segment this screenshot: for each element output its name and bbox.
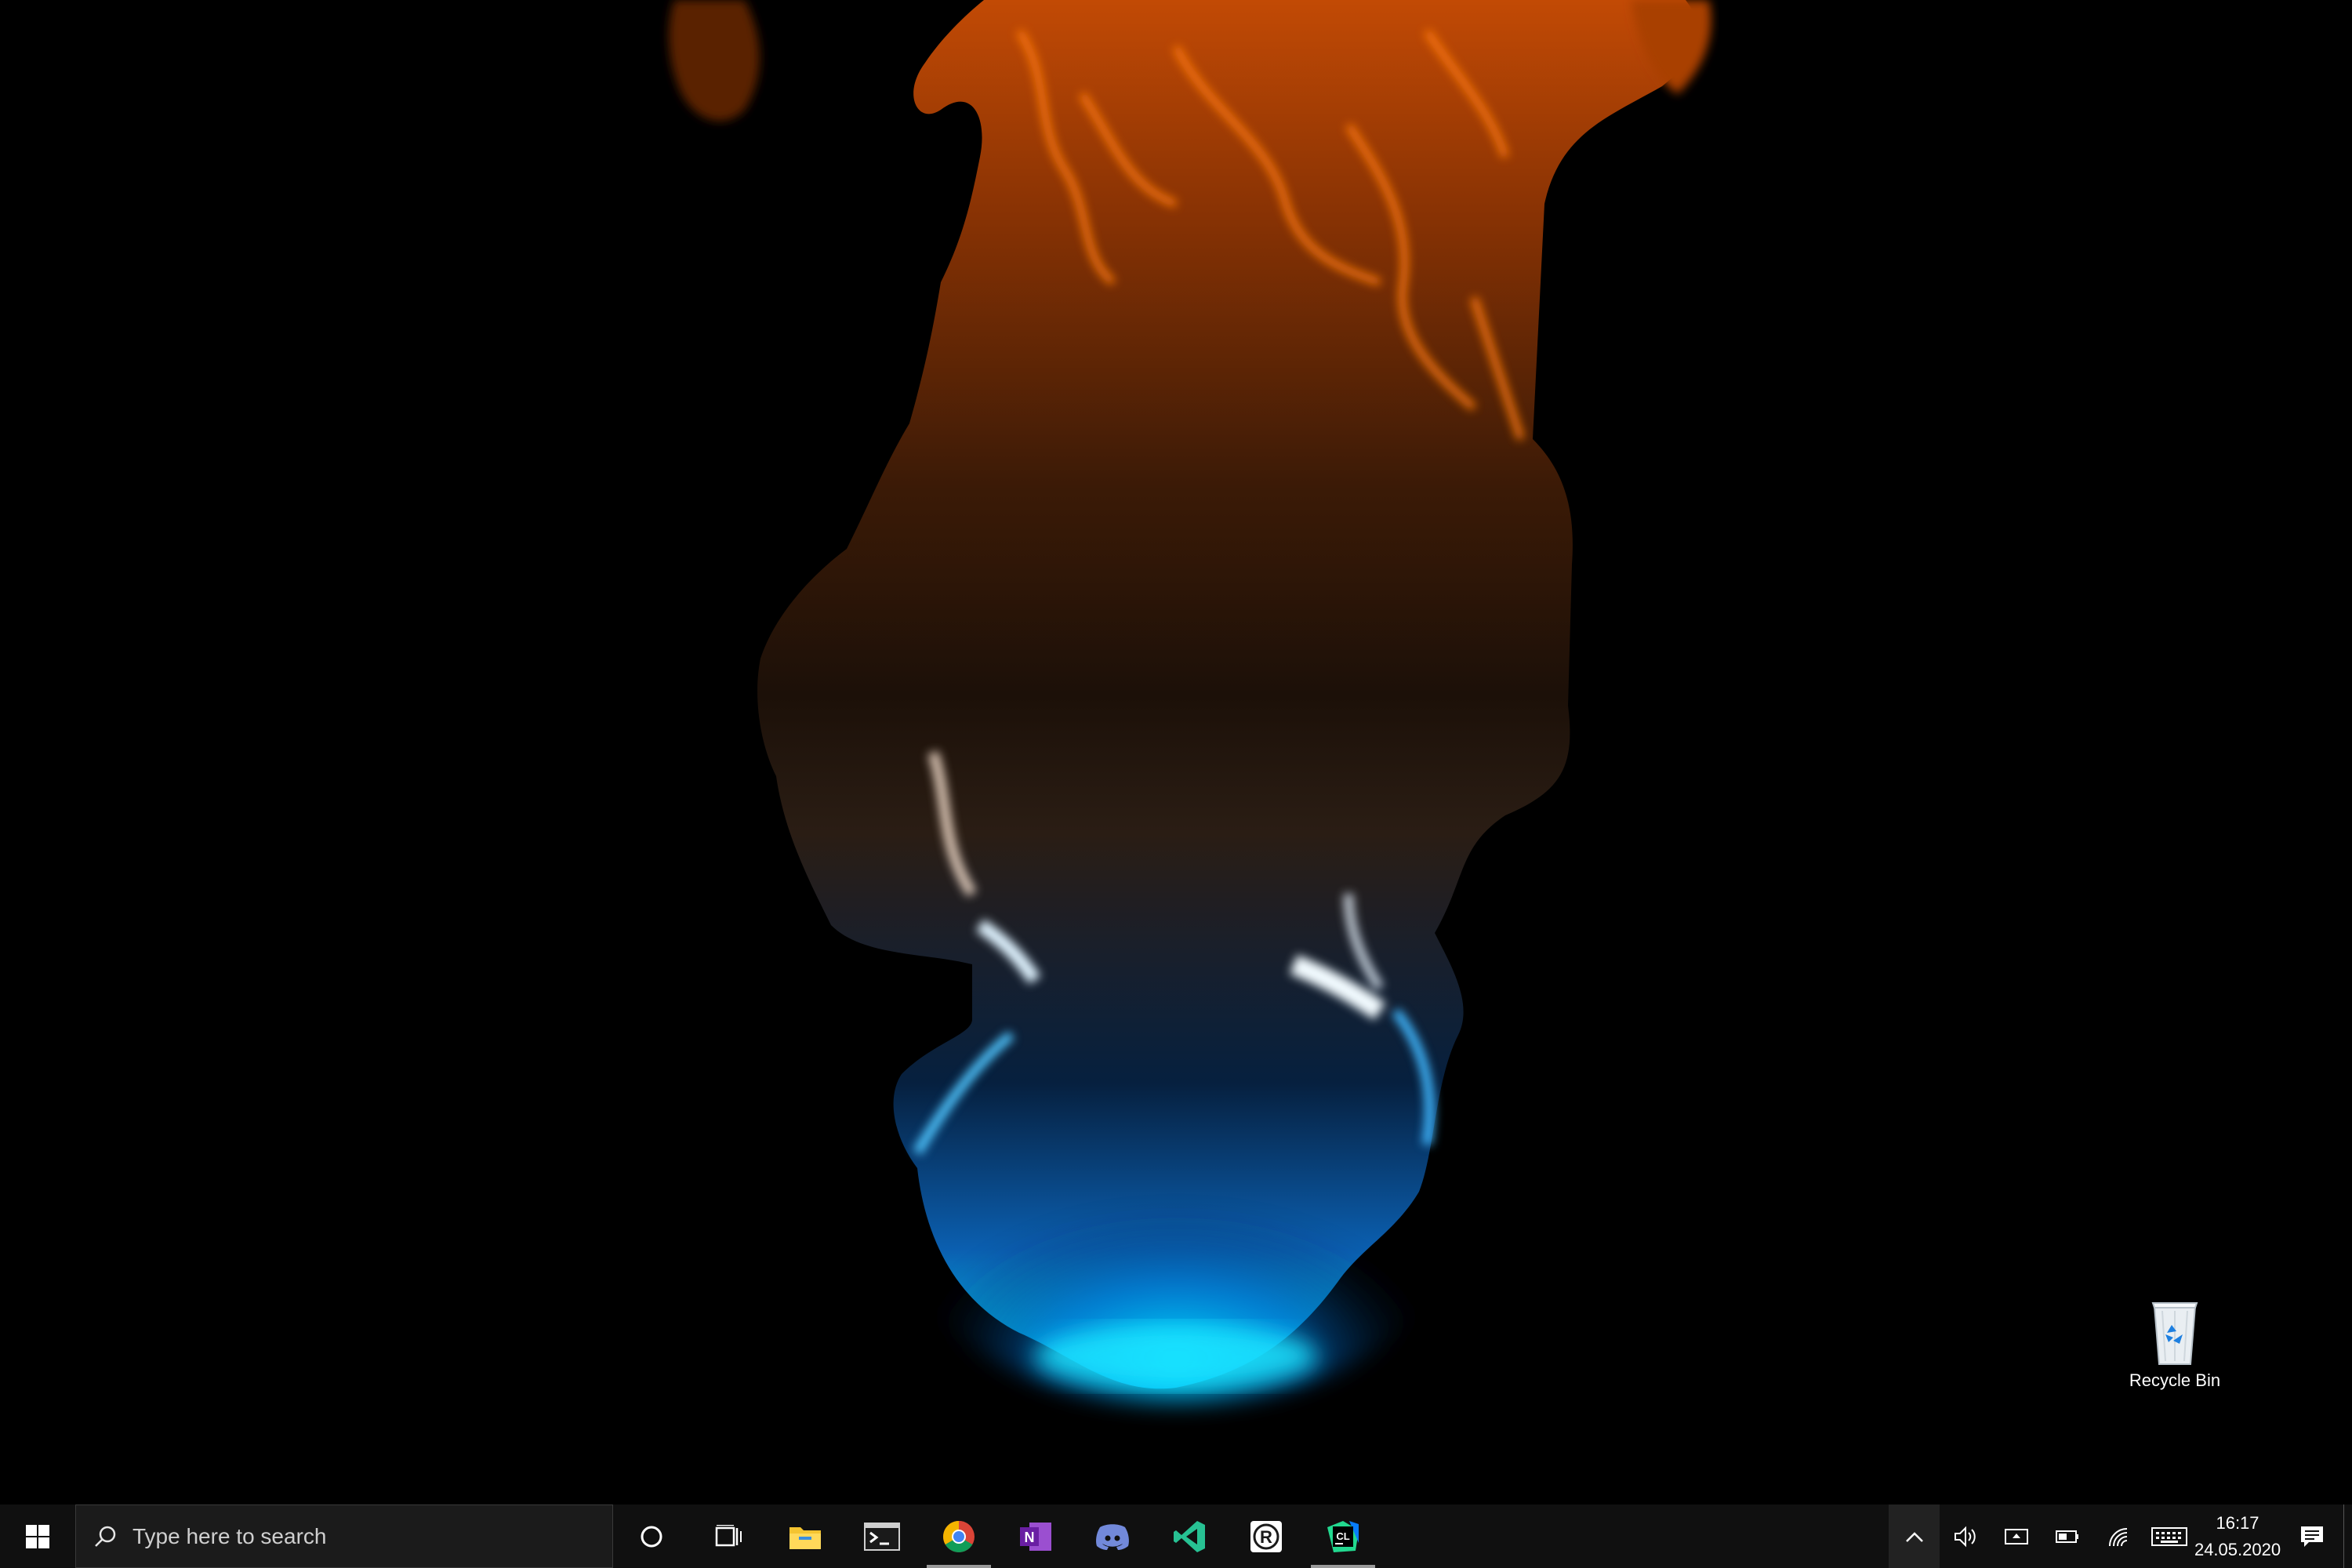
search-box[interactable]: Type here to search (75, 1504, 613, 1568)
taskbar-app-discord[interactable] (1074, 1504, 1151, 1568)
taskbar: Type here to search N R CL 16:17 24.05.2… (0, 1504, 2352, 1568)
volume-button[interactable] (1940, 1504, 1991, 1568)
rstudio-badge: R (1260, 1527, 1272, 1547)
cortana-circle-icon (641, 1526, 662, 1547)
battery-icon (2055, 1530, 2078, 1543)
clock-time: 16:17 (2216, 1512, 2259, 1533)
taskbar-app-onenote[interactable]: N (997, 1504, 1074, 1568)
discord-icon (1096, 1523, 1129, 1550)
display-icon (2004, 1528, 2028, 1544)
display-button[interactable] (1991, 1504, 2042, 1568)
keyboard-icon (2151, 1526, 2187, 1546)
recycle-bin-icon (2151, 1302, 2198, 1365)
chrome-icon (943, 1520, 975, 1552)
cortana-button[interactable] (613, 1504, 690, 1568)
folder-icon (789, 1526, 821, 1549)
task-view-button[interactable] (690, 1504, 767, 1568)
desktop-icon-recycle-bin[interactable]: Recycle Bin (2114, 1295, 2235, 1405)
show-desktop-button[interactable] (2343, 1504, 2352, 1568)
taskbar-app-rstudio[interactable]: R (1228, 1504, 1305, 1568)
taskbar-app-clion[interactable]: CL (1305, 1504, 1381, 1568)
taskbar-app-terminal[interactable] (844, 1504, 920, 1568)
clion-icon: CL (1327, 1520, 1359, 1552)
onenote-badge: N (1025, 1530, 1035, 1545)
vscode-icon (1174, 1520, 1205, 1552)
start-button[interactable] (0, 1504, 75, 1568)
search-placeholder: Type here to search (132, 1523, 327, 1548)
rstudio-icon: R (1250, 1520, 1282, 1552)
desktop-icon-label: Recycle Bin (2129, 1370, 2221, 1390)
taskbar-app-chrome[interactable] (920, 1504, 997, 1568)
system-tray: 16:17 24.05.2020 (1889, 1504, 2352, 1568)
show-hidden-icons-button[interactable] (1889, 1504, 1940, 1568)
action-center-button[interactable] (2281, 1504, 2343, 1568)
windows-logo-icon (26, 1524, 49, 1548)
wifi-icon (2108, 1527, 2127, 1546)
notification-icon (2301, 1526, 2323, 1547)
volume-icon (1954, 1526, 1976, 1547)
onenote-icon: N (1020, 1522, 1051, 1551)
taskbar-app-file-explorer[interactable] (767, 1504, 844, 1568)
flame-wallpaper (669, 0, 1711, 1403)
touch-keyboard-button[interactable] (2143, 1504, 2194, 1568)
search-icon (95, 1526, 116, 1547)
desktop: Recycle Bin (0, 0, 2352, 1504)
clock[interactable]: 16:17 24.05.2020 (2194, 1504, 2281, 1568)
terminal-icon (864, 1522, 900, 1551)
clion-badge: CL (1336, 1530, 1349, 1542)
task-view-icon (715, 1524, 742, 1546)
taskbar-app-vscode[interactable] (1151, 1504, 1228, 1568)
chevron-up-icon (1905, 1531, 1923, 1542)
battery-button[interactable] (2042, 1504, 2092, 1568)
clock-date: 24.05.2020 (2194, 1539, 2281, 1559)
wifi-button[interactable] (2092, 1504, 2143, 1568)
